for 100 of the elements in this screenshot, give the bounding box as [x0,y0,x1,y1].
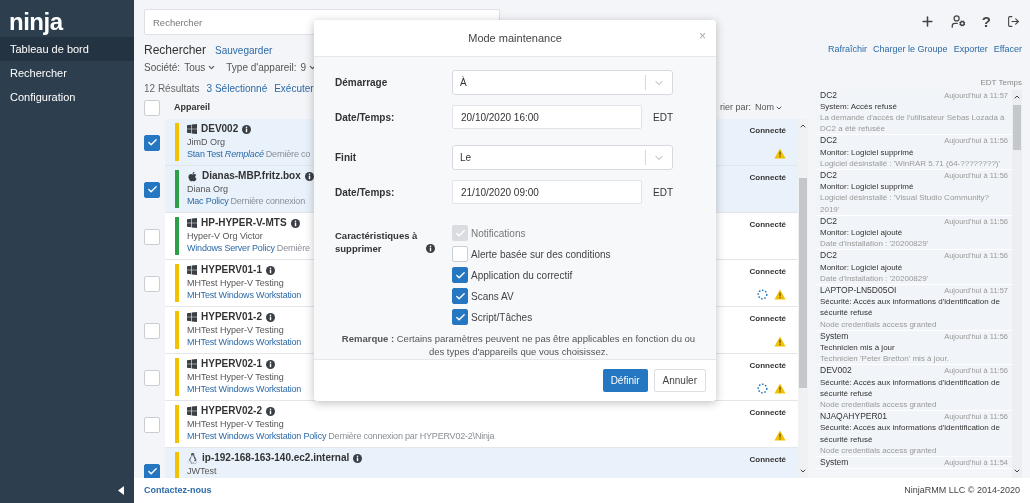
date-time-field[interactable]: 21/10/2020 09:00 [452,180,642,204]
feature-label: Script/Tâches [471,310,533,325]
info-icon [265,406,275,416]
scrollbar-thumb[interactable] [799,178,807,388]
policy-link[interactable]: MHTest Windows Workstation Policy [187,430,327,443]
sort-label: rier par: [719,101,751,115]
result-count: 12 Résultats [144,82,200,96]
device-row[interactable]: ip-192-168-163-140.ec2.internal JWTest Connecté [165,448,798,478]
copyright: NinjaRMM LLC © 2014-2020 [904,483,1020,497]
row-checkbox[interactable] [144,181,160,198]
organization-name: JimD Org [187,135,226,148]
activity-device: LAPTOP-LN5D05OI [820,284,897,297]
time-zone-label: EDT Temps [980,76,1022,89]
activity-device: DC2 [820,250,837,262]
save-link[interactable]: Sauvegarder [215,43,273,58]
windows-icon [187,265,197,276]
device-name[interactable]: Dianas-MBP.fritz.box [202,170,301,183]
scrollbar[interactable] [1012,89,1022,478]
feature-checkbox[interactable] [452,267,468,283]
filter-dropdown[interactable]: Tous [184,60,217,75]
activity-detail: Date d'installation : '20200829' [820,272,930,284]
check-icon [454,311,466,323]
add-icon[interactable] [919,14,935,29]
activity-link[interactable]: Rafraîchir [828,43,868,57]
activity-title: Monitor: Logiciel ajouté [820,226,904,239]
dropdown[interactable]: Le [452,145,673,170]
logout-icon[interactable] [1007,15,1020,28]
device-name[interactable]: HYPERV01-1 [201,264,262,277]
activity-link[interactable]: Charger le Groupe [873,43,948,57]
sidebar-item[interactable]: Rechercher [0,61,134,85]
filter-label: Type d'appareil: [226,61,297,75]
check-icon [146,184,158,195]
last-connection: Dernière [276,242,310,255]
field-label: Finit [335,151,358,165]
sidebar-item[interactable]: Tableau de bord [0,37,134,61]
policy-link[interactable]: MHTest Windows Workstation [187,289,302,302]
device-name[interactable]: HYPERV01-2 [201,311,262,324]
windows-icon [187,312,197,323]
run-link[interactable]: Exécuter [274,81,314,96]
device-name[interactable]: HYPERV02-2 [201,405,262,418]
row-checkbox[interactable] [144,463,160,478]
cancel-button[interactable]: Annuler [653,369,706,392]
set-button[interactable]: Définir [602,369,648,392]
logo: ninja [8,7,65,37]
warning-icon [774,336,786,347]
filter-dropdown[interactable]: 9 [300,60,318,75]
device-name[interactable]: ip-192-168-163-140.ec2.internal [202,452,350,465]
activity-detail: Date d'installation : '20200829' [820,238,930,250]
activity-detail: Node credentials access granted [820,318,938,330]
user-settings-icon[interactable] [950,14,966,29]
field-label: Démarrage [335,76,389,90]
selected-link[interactable]: 3 Sélectionné [206,81,268,96]
organization-name: MHTest Hyper-V Testing [187,370,285,383]
device-name[interactable]: HYPERV02-1 [201,358,262,371]
warning-icon [774,430,786,441]
activity-device: System [820,457,849,469]
organization-name: Hyper-V Org Victor [187,229,264,242]
collapse-icon[interactable] [118,486,124,495]
select-all-checkbox[interactable] [144,100,160,116]
sidebar-item[interactable]: Configuration [0,85,134,109]
feature-checkbox[interactable] [452,288,468,304]
info-icon [265,359,275,369]
time-zone: EDT [653,185,673,200]
connection-status: Connecté [749,266,786,278]
scrollbar[interactable] [798,119,808,478]
apple-icon [187,170,198,182]
activity-link[interactable]: Effacer [993,43,1022,57]
contact-link[interactable]: Contactez-nous [144,483,212,498]
policy-link[interactable]: MHTest Windows Workstation [187,336,302,349]
chevron-down-icon [1013,467,1021,475]
column-header[interactable]: Appareil [174,101,210,115]
device-row[interactable]: HYPERV02-2 MHTest Hyper-V Testing MHTest Windows Workstation Policy Dernière connexion par HYPERV02-2\Ninja Connecté [165,401,798,448]
activity-title: System: Accès refusé [820,100,898,112]
activity-device: System [820,330,849,342]
row-checkbox[interactable] [144,134,160,151]
connection-status: Connecté [749,454,786,466]
time-zone: EDT [653,110,673,125]
date-time-field[interactable]: 20/10/2020 16:00 [452,105,642,129]
feature-label: Application du correctif [471,268,573,283]
policy-link[interactable]: Mac Policy [187,195,229,208]
check-icon [146,466,158,477]
note-text: Remarque : Certains paramètres peuvent ne pas être applicables en fonction du ou des types d'appareils que vous choisissez. [340,333,697,358]
feature-checkbox[interactable] [452,309,468,325]
activity-detail: Node credentials access granted [820,444,938,456]
dropdown[interactable]: À [452,70,673,95]
policy-link[interactable]: MHTest Windows Workstation [187,383,302,396]
sort-dropdown[interactable]: Nom [755,101,783,115]
policy-link[interactable]: Windows Server Policy [187,242,275,255]
policy-link[interactable]: Stan Test Remplacé [187,148,264,161]
activity-link[interactable]: Exporter [953,43,988,57]
windows-icon [187,124,197,135]
device-name[interactable]: DEV002 [201,123,239,136]
device-name[interactable]: HP-HYPER-V-MTS [201,217,287,230]
info-icon [242,124,252,134]
connection-status: Connecté [749,219,786,231]
scrollbar-thumb[interactable] [1013,104,1021,150]
warning-icon [774,383,786,394]
help-button[interactable]: ? [981,14,991,29]
dialog-title: Mode maintenance [468,30,562,46]
features-label: Caractéristiques à supprimer [335,229,419,255]
